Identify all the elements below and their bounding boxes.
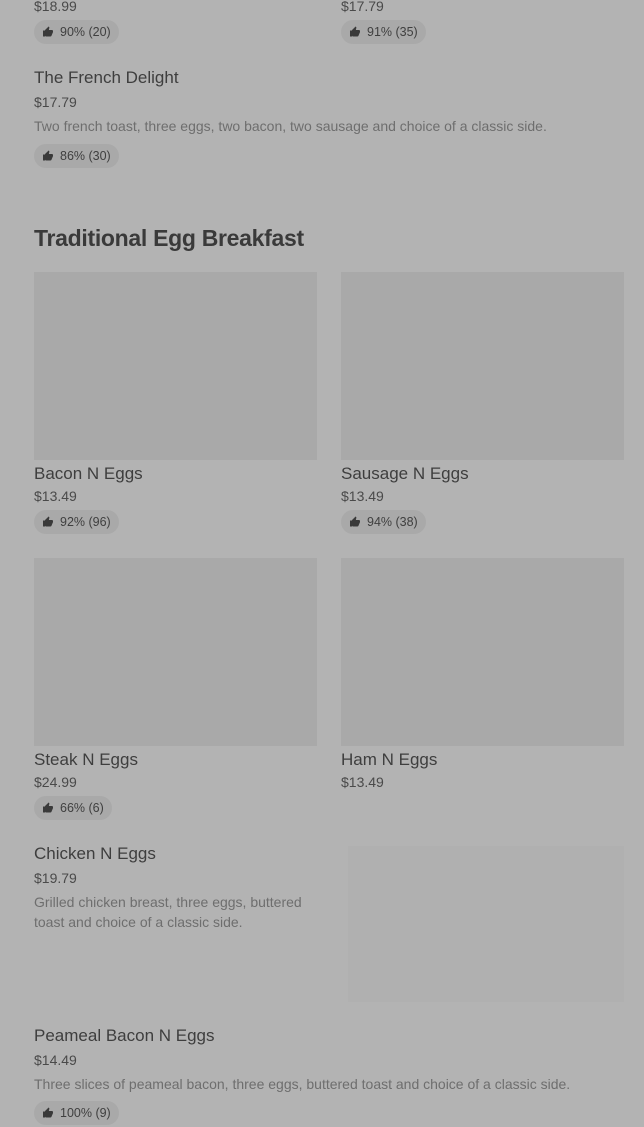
rating-badge: 86% (30) xyxy=(34,144,119,168)
thumbs-up-icon xyxy=(42,26,54,38)
menu-item-bacon-n-eggs[interactable]: Bacon N Eggs $13.49 92% (96) xyxy=(34,272,317,536)
thumbs-up-icon xyxy=(42,516,54,528)
item-description: Three slices of peameal bacon, three egg… xyxy=(34,1076,571,1092)
rating-text: 66% (6) xyxy=(60,801,104,815)
item-price: $17.79 xyxy=(341,0,384,14)
section-title: Traditional Egg Breakfast xyxy=(34,225,304,251)
item-name: Steak N Eggs xyxy=(34,750,138,769)
thumbs-up-icon xyxy=(349,516,361,528)
rating-text: 94% (38) xyxy=(367,515,418,529)
thumbs-up-icon xyxy=(349,26,361,38)
item-price: $13.49 xyxy=(341,774,384,790)
rating-badge: 92% (96) xyxy=(34,510,119,534)
menu-item-steak-n-eggs[interactable]: Steak N Eggs $24.99 66% (6) xyxy=(34,558,317,822)
rating-badge: 90% (20) xyxy=(34,20,119,44)
rating-badge: 100% (9) xyxy=(34,1101,119,1125)
item-name: Bacon N Eggs xyxy=(34,464,143,483)
item-description-line-1: Grilled chicken breast, three eggs, butt… xyxy=(34,894,302,910)
rating-text: 90% (20) xyxy=(60,25,111,39)
thumbs-up-icon xyxy=(42,802,54,814)
rating-text: 92% (96) xyxy=(60,515,111,529)
item-image xyxy=(34,272,317,460)
thumbs-up-icon xyxy=(42,150,54,162)
item-image xyxy=(348,846,624,1002)
item-name: Ham N Eggs xyxy=(341,750,438,769)
item-price: $14.49 xyxy=(34,1052,77,1068)
rating-text: 100% (9) xyxy=(60,1106,111,1120)
menu-item-peameal-bacon-n-eggs[interactable]: Peameal Bacon N Eggs $14.49 Three slices… xyxy=(34,1024,624,1127)
item-name: Chicken N Eggs xyxy=(34,844,156,863)
item-price: $24.99 xyxy=(34,774,77,790)
item-price: $13.49 xyxy=(341,488,384,504)
menu-item-sausage-n-eggs[interactable]: Sausage N Eggs $13.49 94% (38) xyxy=(341,272,624,536)
item-image xyxy=(341,558,624,746)
rating-badge: 66% (6) xyxy=(34,796,112,820)
rating-text: 86% (30) xyxy=(60,149,111,163)
rating-text: 91% (35) xyxy=(367,25,418,39)
item-name: The French Delight xyxy=(34,68,179,87)
item-price: $19.79 xyxy=(34,870,77,886)
menu-item-chicken-n-eggs[interactable]: Chicken N Eggs $19.79 Grilled chicken br… xyxy=(34,842,624,1002)
item-name: Sausage N Eggs xyxy=(341,464,469,483)
item-description-line-2: toast and choice of a classic side. xyxy=(34,914,243,930)
menu-item-ham-n-eggs[interactable]: Ham N Eggs $13.49 xyxy=(341,558,624,798)
item-price: $18.99 xyxy=(34,0,77,14)
item-image xyxy=(34,558,317,746)
item-image xyxy=(341,272,624,460)
rating-badge: 94% (38) xyxy=(341,510,426,534)
menu-item-french-delight[interactable]: The French Delight $17.79 Two french toa… xyxy=(34,66,624,170)
item-price: $17.79 xyxy=(34,94,77,110)
rating-badge: 91% (35) xyxy=(341,20,426,44)
item-description: Two french toast, three eggs, two bacon,… xyxy=(34,118,547,134)
item-price: $13.49 xyxy=(34,488,77,504)
item-name: Peameal Bacon N Eggs xyxy=(34,1026,215,1045)
thumbs-up-icon xyxy=(42,1107,54,1119)
